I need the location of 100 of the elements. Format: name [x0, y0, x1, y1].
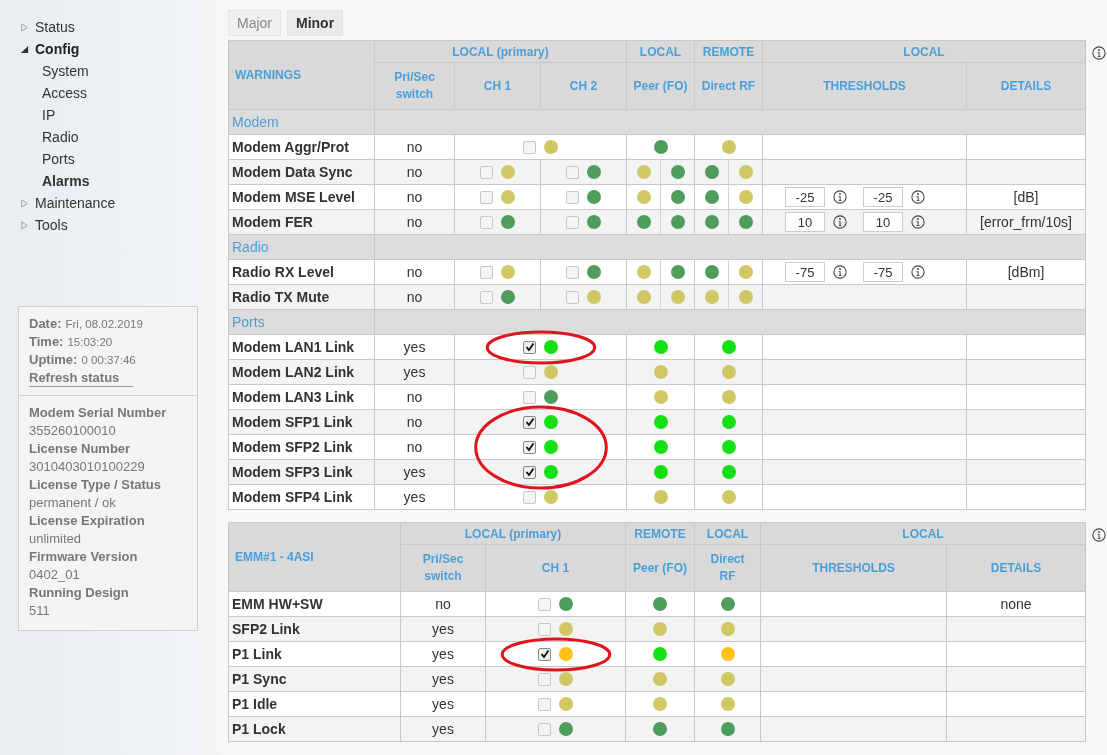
column-header: Pri/Sec switch [400, 544, 486, 592]
row-label: Modem MSE Level [228, 184, 375, 210]
status-value: 0 00:37:46 [81, 354, 136, 366]
section-title: Modem [228, 109, 375, 135]
column-header: Peer (FO) [626, 62, 695, 110]
details-text: [error_frm/10s] [980, 214, 1072, 230]
nav-subitem[interactable]: System [42, 63, 89, 79]
checkbox[interactable] [538, 697, 551, 711]
switch-value: no [406, 389, 423, 405]
checkbox[interactable] [523, 390, 536, 404]
row-label: Modem LAN3 Link [228, 384, 375, 410]
checkbox[interactable] [480, 190, 493, 204]
threshold-input[interactable]: 10 [863, 212, 903, 232]
column-header: CH 1 [485, 544, 626, 592]
status-label: Uptime: [29, 352, 78, 367]
info-icon[interactable] [911, 265, 925, 279]
switch-value: yes [403, 464, 426, 480]
group-header: LOCAL (primary) [374, 40, 627, 63]
checkbox[interactable] [538, 597, 551, 611]
checkbox[interactable] [538, 672, 551, 686]
column-header: THRESHOLDS [762, 62, 967, 110]
refresh-link[interactable]: Refresh status [29, 369, 134, 387]
threshold-input[interactable]: -75 [863, 262, 903, 282]
threshold-input[interactable]: -75 [785, 262, 825, 282]
checkbox[interactable] [566, 215, 579, 229]
checkbox[interactable] [538, 622, 551, 636]
info-value: 3010403010100229 [29, 458, 146, 476]
info-icon[interactable] [1092, 528, 1106, 542]
checkbox[interactable] [566, 165, 579, 179]
column-header: Direct RF [694, 62, 763, 110]
row-label: Modem LAN1 Link [228, 334, 375, 360]
info-icon[interactable] [1092, 46, 1107, 60]
column-header: CH 1 [454, 62, 541, 110]
checkbox[interactable] [538, 647, 551, 661]
switch-value: yes [432, 721, 454, 737]
checkbox[interactable] [566, 290, 579, 304]
checkbox[interactable] [523, 340, 536, 354]
nav-item[interactable]: Maintenance [35, 195, 116, 211]
checkbox[interactable] [566, 265, 579, 279]
info-icon[interactable] [911, 215, 925, 229]
group-header: LOCAL (primary) [400, 522, 626, 545]
column-header: DETAILS [946, 544, 1086, 592]
checkbox[interactable] [566, 190, 579, 204]
nav-item[interactable]: Tools [35, 217, 68, 233]
nav-subitem[interactable]: Ports [42, 151, 75, 167]
checkbox[interactable] [523, 490, 536, 504]
column-header: DETAILS [966, 62, 1086, 110]
info-icon[interactable] [833, 215, 847, 229]
nav-subitem[interactable]: Alarms [42, 173, 90, 189]
threshold-input[interactable]: -25 [785, 187, 825, 207]
info-label: Modem Serial Number [29, 404, 168, 422]
checkbox[interactable] [480, 265, 493, 279]
info-value: unlimited [29, 530, 83, 548]
row-label: Radio TX Mute [228, 284, 375, 310]
info-label: License Number [29, 440, 132, 458]
checkbox[interactable] [480, 215, 493, 229]
switch-value: yes [403, 364, 426, 380]
checkbox[interactable] [523, 365, 536, 379]
checkbox[interactable] [480, 165, 493, 179]
threshold-input[interactable]: 10 [785, 212, 825, 232]
info-label: Running Design [29, 584, 130, 602]
switch-value: no [406, 214, 423, 230]
details-text: none [1000, 596, 1032, 612]
switch-value: no [406, 289, 423, 305]
group-header: REMOTE [694, 40, 763, 63]
switch-value: no [406, 189, 423, 205]
switch-value: yes [432, 621, 454, 637]
row-label: Modem Aggr/Prot [228, 134, 375, 160]
info-icon[interactable] [911, 190, 925, 204]
nav-subitem[interactable]: IP [42, 107, 56, 123]
checkbox[interactable] [480, 290, 493, 304]
nav-item[interactable]: Status [35, 19, 75, 35]
status-label: Time: [29, 334, 64, 349]
info-icon[interactable] [833, 190, 847, 204]
switch-value: yes [403, 489, 426, 505]
tab[interactable]: Minor [287, 10, 344, 36]
checkbox[interactable] [523, 140, 536, 154]
nav-subitem[interactable]: Radio [42, 129, 79, 145]
row-label: P1 Idle [228, 691, 401, 717]
info-icon[interactable] [833, 265, 847, 279]
group-header: LOCAL [694, 522, 761, 545]
nav-subitem[interactable]: Access [42, 85, 88, 101]
row-label: Modem SFP1 Link [228, 409, 375, 435]
info-label: License Type / Status [29, 476, 162, 494]
switch-value: yes [432, 671, 454, 687]
checkbox[interactable] [538, 722, 551, 736]
group-header: REMOTE [625, 522, 695, 545]
threshold-input[interactable]: -25 [863, 187, 903, 207]
expand-triangle-icon[interactable] [20, 44, 29, 54]
checkbox[interactable] [523, 415, 536, 429]
nav-item[interactable]: Config [35, 41, 80, 57]
checkbox[interactable] [523, 465, 536, 479]
details-text: [dBm] [1007, 264, 1045, 280]
status-value: 15:03:20 [67, 336, 113, 348]
info-value: 355260100010 [29, 422, 117, 440]
row-label: Modem SFP3 Link [228, 459, 375, 485]
info-label: License Expiration [29, 512, 146, 530]
row-label: Modem SFP4 Link [228, 484, 375, 510]
row-label: P1 Link [228, 641, 401, 667]
checkbox[interactable] [523, 440, 536, 454]
